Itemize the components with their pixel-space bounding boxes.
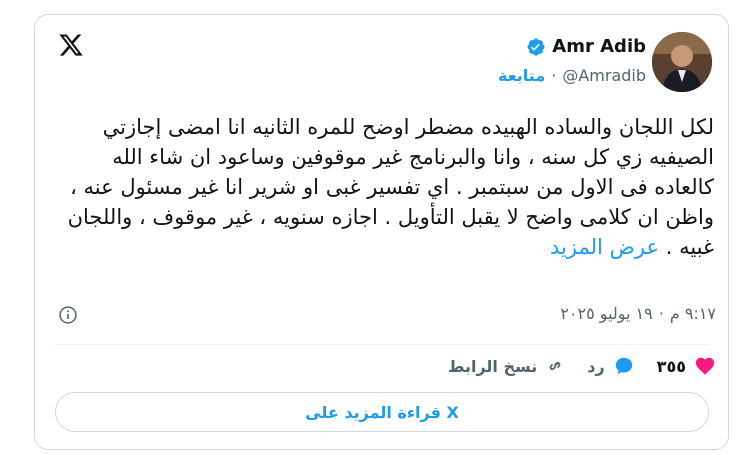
info-icon[interactable] (58, 305, 78, 325)
follow-button[interactable]: متابعة (498, 66, 545, 85)
avatar[interactable] (652, 32, 712, 92)
like-button[interactable]: ٣٥٥ (657, 355, 716, 377)
reply-button[interactable]: رد (587, 355, 634, 377)
timestamp[interactable]: ٩:١٧ م · ١٩ يوليو ٢٠٢٥ (560, 304, 716, 323)
heart-icon (695, 357, 715, 375)
action-bar: ٣٥٥ رد نسخ الرابط (448, 355, 716, 377)
copy-link-button[interactable]: نسخ الرابط (448, 356, 565, 376)
author-handle[interactable]: @Amradib (562, 66, 646, 85)
tweet-time: ٩:١٧ م (669, 304, 716, 323)
like-count: ٣٥٥ (656, 356, 686, 376)
link-icon (549, 361, 561, 371)
divider (55, 344, 709, 345)
tweet-date: ١٩ يوليو ٢٠٢٥ (560, 304, 653, 323)
show-more-link[interactable]: عرض المزيد (550, 235, 659, 259)
author-name[interactable]: Amr Adib (552, 36, 646, 57)
copy-link-label: نسخ الرابط (447, 356, 538, 376)
tweet-text: لكل اللجان والساده الهبيده مضطر اوضح للم… (64, 112, 714, 262)
read-more-label: قراءة المزيد على X (305, 402, 459, 422)
handle-separator: · (551, 66, 557, 85)
x-logo-icon[interactable] (58, 32, 84, 58)
read-more-button[interactable]: قراءة المزيد على X (55, 392, 709, 432)
timestamp-separator: · (658, 304, 664, 323)
reply-bubble-icon (615, 357, 632, 375)
verified-badge-icon (527, 37, 545, 56)
reply-label: رد (587, 356, 605, 376)
